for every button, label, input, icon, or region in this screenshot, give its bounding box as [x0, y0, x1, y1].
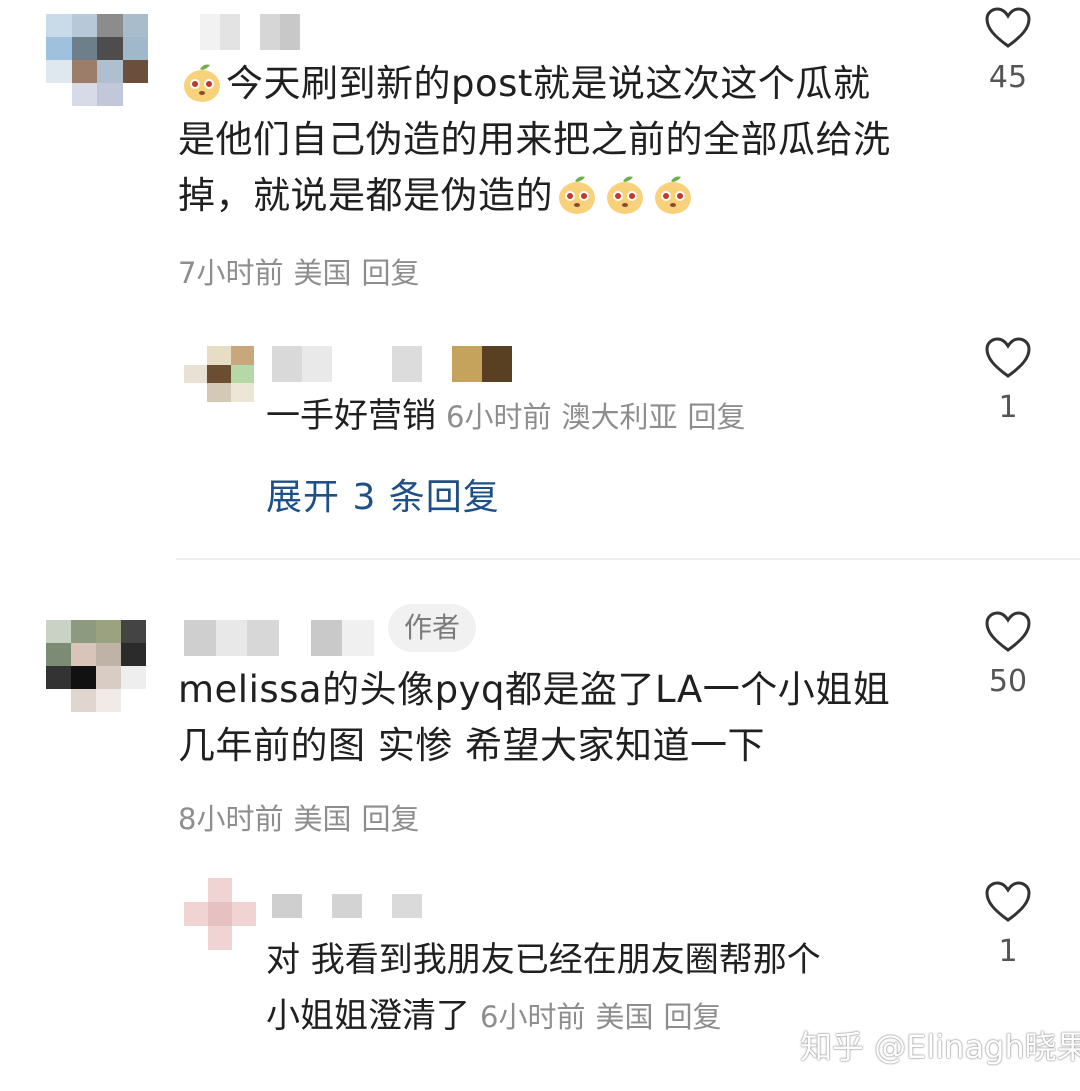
comment-line-2: 是他们自己伪造的用来把之前的全部瓜给洗	[178, 118, 891, 161]
divider	[176, 558, 1080, 560]
username[interactable]	[272, 894, 422, 918]
comment-text: 今天刷到新的post就是说这次这个瓜就 是他们自己伪造的用来把之前的全部瓜给洗 …	[178, 56, 938, 224]
heart-icon[interactable]	[984, 610, 1032, 654]
reply-button[interactable]: 回复	[361, 802, 419, 836]
comment-line-1: melissa的头像pyq都是盗了LA一个小姐姐	[178, 668, 891, 711]
username[interactable]	[184, 620, 374, 656]
avatar[interactable]	[184, 346, 254, 402]
comment-location: 美国	[293, 802, 352, 836]
like-count: 1	[998, 390, 1018, 425]
username[interactable]	[200, 14, 300, 50]
comment-location: 美国	[293, 256, 352, 290]
avatar[interactable]	[46, 14, 148, 106]
like-group[interactable]: 45	[968, 6, 1048, 95]
mango-face-emoji	[655, 176, 691, 214]
watermark: 知乎 @Elinagh晓果	[800, 1028, 1080, 1066]
reply-button[interactable]: 回复	[361, 256, 419, 290]
mango-face-emoji	[559, 176, 595, 214]
reply-button[interactable]: 回复	[687, 400, 745, 434]
mango-face-emoji	[184, 64, 220, 102]
comment-time: 8小时前	[178, 802, 284, 836]
comment-line-1: 今天刷到新的post就是说这次这个瓜就	[226, 62, 871, 105]
avatar[interactable]	[46, 620, 146, 712]
like-count: 1	[998, 934, 1018, 969]
heart-icon[interactable]	[984, 880, 1032, 924]
heart-icon[interactable]	[984, 6, 1032, 50]
reply-line-2: 小姐姐澄清了	[266, 996, 470, 1036]
comment-meta: 7小时前 美国 回复	[178, 250, 429, 292]
comment-text: melissa的头像pyq都是盗了LA一个小姐姐 几年前的图 实惨 希望大家知道…	[178, 662, 958, 774]
comment-line-3: 掉，就说是都是伪造的	[178, 174, 553, 217]
reply-line-1: 对 我看到我朋友已经在朋友圈帮那个	[266, 940, 821, 980]
like-count: 45	[988, 60, 1028, 95]
comment-meta: 8小时前 美国 回复	[178, 796, 429, 838]
author-badge: 作者	[388, 604, 477, 652]
username[interactable]	[272, 346, 512, 382]
reply-location: 美国	[595, 1000, 654, 1034]
like-group[interactable]: 50	[968, 610, 1048, 699]
reply-button[interactable]: 回复	[663, 1000, 721, 1034]
avatar[interactable]	[184, 878, 256, 950]
comment-line-2: 几年前的图 实惨 希望大家知道一下	[178, 724, 766, 767]
like-group[interactable]: 1	[968, 880, 1048, 969]
reply-text-row: 一手好营销 6小时前 澳大利亚 回复	[266, 388, 755, 445]
heart-icon[interactable]	[984, 336, 1032, 380]
like-count: 50	[988, 664, 1028, 699]
like-group[interactable]: 1	[968, 336, 1048, 425]
reply-text: 一手好营销	[266, 396, 436, 436]
comment-time: 7小时前	[178, 256, 284, 290]
reply-time: 6小时前	[446, 400, 552, 434]
expand-replies-link[interactable]: 展开 3 条回复	[266, 468, 500, 520]
reply-time: 6小时前	[480, 1000, 586, 1034]
reply-location: 澳大利亚	[561, 400, 678, 434]
mango-face-emoji	[607, 176, 643, 214]
